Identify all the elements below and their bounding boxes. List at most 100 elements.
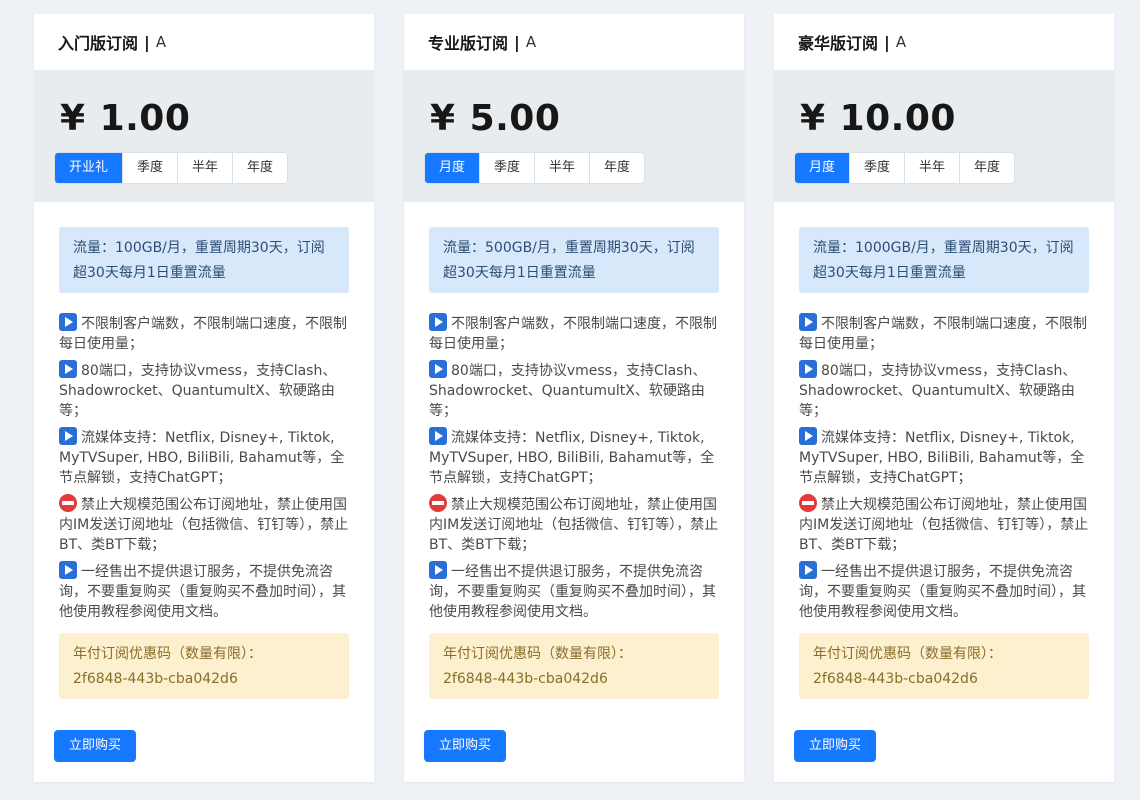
play-icon: [799, 313, 817, 331]
no-entry-icon: [59, 494, 77, 512]
period-option[interactable]: 半年: [178, 153, 234, 183]
feature-item: 80端口，支持协议vmess，支持Clash、Shadowrocket、Quan…: [59, 360, 349, 421]
coupon-box: 年付订阅优惠码（数量有限）： 2f6848-443b-cba042d6: [59, 633, 349, 699]
feature-list: 不限制客户端数，不限制端口速度，不限制每日使用量； 80端口，支持协议vmess…: [59, 313, 349, 622]
buy-now-button[interactable]: 立即购买: [424, 730, 507, 762]
no-entry-icon: [429, 494, 447, 512]
coupon-code: 2f6848-443b-cba042d6: [443, 671, 608, 687]
feature-list: 不限制客户端数，不限制端口速度，不限制每日使用量； 80端口，支持协议vmess…: [799, 313, 1089, 622]
plan-card-pro: 专业版订阅 | A ¥5.00 月度 季度 半年 年度 流量：500GB/月，重…: [404, 14, 744, 782]
feature-text: 一经售出不提供退订服务，不提供免流咨询，不要重复购买（重复购买不叠加时间），其他…: [59, 564, 346, 620]
no-entry-icon: [799, 494, 817, 512]
period-option[interactable]: 半年: [535, 153, 591, 183]
price-band: ¥1.00 开业礼 季度 半年 年度: [34, 70, 374, 202]
billing-period-selector: 开业礼 季度 半年 年度: [54, 152, 289, 184]
feature-text: 流媒体支持：Netflix, Disney+, Tiktok, MyTVSupe…: [799, 430, 1085, 486]
feature-item: 禁止大规模范围公布订阅地址，禁止使用国内IM发送订阅地址（包括微信、钉钉等），禁…: [799, 494, 1089, 555]
feature-text: 80端口，支持协议vmess，支持Clash、Shadowrocket、Quan…: [59, 363, 337, 419]
plan-name: 入门版订阅: [58, 34, 139, 53]
period-option[interactable]: 月度: [795, 153, 851, 183]
coupon-box: 年付订阅优惠码（数量有限）： 2f6848-443b-cba042d6: [429, 633, 719, 699]
play-icon: [799, 360, 817, 378]
coupon-box: 年付订阅优惠码（数量有限）： 2f6848-443b-cba042d6: [799, 633, 1089, 699]
plan-separator: |: [144, 32, 150, 52]
plan-tag: A: [525, 33, 537, 51]
period-option[interactable]: 年度: [960, 153, 1015, 183]
feature-item: 流媒体支持：Netflix, Disney+, Tiktok, MyTVSupe…: [59, 427, 349, 488]
period-option[interactable]: 月度: [425, 153, 481, 183]
price-value: 1.00: [99, 98, 191, 139]
plan-price: ¥1.00: [54, 96, 354, 142]
billing-period-selector: 月度 季度 半年 年度: [794, 152, 1016, 184]
feature-text: 不限制客户端数，不限制端口速度，不限制每日使用量；: [59, 316, 347, 352]
feature-item: 80端口，支持协议vmess，支持Clash、Shadowrocket、Quan…: [799, 360, 1089, 421]
feature-item: 流媒体支持：Netflix, Disney+, Tiktok, MyTVSupe…: [429, 427, 719, 488]
feature-item: 不限制客户端数，不限制端口速度，不限制每日使用量；: [799, 313, 1089, 354]
period-option[interactable]: 半年: [905, 153, 961, 183]
plan-header: 豪华版订阅 | A: [774, 14, 1114, 70]
currency-symbol: ¥: [430, 98, 456, 139]
period-option[interactable]: 季度: [850, 153, 906, 183]
coupon-code: 2f6848-443b-cba042d6: [73, 671, 238, 687]
currency-symbol: ¥: [800, 98, 826, 139]
play-icon: [59, 427, 77, 445]
plan-price: ¥5.00: [424, 96, 724, 142]
coupon-title: 年付订阅优惠码（数量有限）：: [813, 646, 1002, 662]
plan-tag: A: [155, 33, 167, 51]
plan-body: 流量：1000GB/月，重置周期30天，订阅超30天每月1日重置流量 不限制客户…: [774, 202, 1114, 699]
feature-text: 不限制客户端数，不限制端口速度，不限制每日使用量；: [799, 316, 1087, 352]
period-option[interactable]: 季度: [480, 153, 536, 183]
feature-list: 不限制客户端数，不限制端口速度，不限制每日使用量； 80端口，支持协议vmess…: [429, 313, 719, 622]
plan-name: 专业版订阅: [428, 34, 509, 53]
feature-item: 不限制客户端数，不限制端口速度，不限制每日使用量；: [429, 313, 719, 354]
currency-symbol: ¥: [60, 98, 86, 139]
price-value: 5.00: [469, 98, 561, 139]
buy-now-button[interactable]: 立即购买: [794, 730, 877, 762]
period-option[interactable]: 年度: [590, 153, 645, 183]
feature-text: 一经售出不提供退订服务，不提供免流咨询，不要重复购买（重复购买不叠加时间），其他…: [799, 564, 1086, 620]
feature-text: 禁止大规模范围公布订阅地址，禁止使用国内IM发送订阅地址（包括微信、钉钉等），禁…: [429, 497, 719, 553]
feature-text: 流媒体支持：Netflix, Disney+, Tiktok, MyTVSupe…: [59, 430, 345, 486]
play-icon: [59, 313, 77, 331]
feature-text: 流媒体支持：Netflix, Disney+, Tiktok, MyTVSupe…: [429, 430, 715, 486]
plan-separator: |: [514, 32, 520, 52]
feature-text: 禁止大规模范围公布订阅地址，禁止使用国内IM发送订阅地址（包括微信、钉钉等），禁…: [59, 497, 349, 553]
traffic-info: 流量：100GB/月，重置周期30天，订阅超30天每月1日重置流量: [59, 227, 349, 293]
plan-tag: A: [895, 33, 907, 51]
period-option[interactable]: 季度: [123, 153, 179, 183]
coupon-code: 2f6848-443b-cba042d6: [813, 671, 978, 687]
play-icon: [429, 427, 447, 445]
feature-text: 80端口，支持协议vmess，支持Clash、Shadowrocket、Quan…: [799, 363, 1077, 419]
feature-text: 禁止大规模范围公布订阅地址，禁止使用国内IM发送订阅地址（包括微信、钉钉等），禁…: [799, 497, 1089, 553]
play-icon: [59, 360, 77, 378]
feature-item: 一经售出不提供退订服务，不提供免流咨询，不要重复购买（重复购买不叠加时间），其他…: [59, 561, 349, 622]
traffic-info: 流量：500GB/月，重置周期30天，订阅超30天每月1日重置流量: [429, 227, 719, 293]
play-icon: [429, 360, 447, 378]
feature-text: 一经售出不提供退订服务，不提供免流咨询，不要重复购买（重复购买不叠加时间），其他…: [429, 564, 716, 620]
feature-item: 不限制客户端数，不限制端口速度，不限制每日使用量；: [59, 313, 349, 354]
price-value: 10.00: [839, 98, 956, 139]
feature-item: 流媒体支持：Netflix, Disney+, Tiktok, MyTVSupe…: [799, 427, 1089, 488]
buy-now-button[interactable]: 立即购买: [54, 730, 137, 762]
price-band: ¥10.00 月度 季度 半年 年度: [774, 70, 1114, 202]
play-icon: [429, 313, 447, 331]
plan-card-starter: 入门版订阅 | A ¥1.00 开业礼 季度 半年 年度 流量：100GB/月，…: [34, 14, 374, 782]
coupon-title: 年付订阅优惠码（数量有限）：: [73, 646, 262, 662]
feature-text: 80端口，支持协议vmess，支持Clash、Shadowrocket、Quan…: [429, 363, 707, 419]
period-option[interactable]: 年度: [233, 153, 288, 183]
feature-item: 禁止大规模范围公布订阅地址，禁止使用国内IM发送订阅地址（包括微信、钉钉等），禁…: [429, 494, 719, 555]
plan-name: 豪华版订阅: [798, 34, 879, 53]
play-icon: [799, 427, 817, 445]
plan-price: ¥10.00: [794, 96, 1094, 142]
play-icon: [429, 561, 447, 579]
billing-period-selector: 月度 季度 半年 年度: [424, 152, 646, 184]
plan-cards: 入门版订阅 | A ¥1.00 开业礼 季度 半年 年度 流量：100GB/月，…: [0, 0, 1140, 800]
plan-header: 专业版订阅 | A: [404, 14, 744, 70]
plan-body: 流量：500GB/月，重置周期30天，订阅超30天每月1日重置流量 不限制客户端…: [404, 202, 744, 699]
plan-body: 流量：100GB/月，重置周期30天，订阅超30天每月1日重置流量 不限制客户端…: [34, 202, 374, 699]
period-option[interactable]: 开业礼: [55, 153, 124, 183]
plan-header: 入门版订阅 | A: [34, 14, 374, 70]
feature-text: 不限制客户端数，不限制端口速度，不限制每日使用量；: [429, 316, 717, 352]
plan-card-deluxe: 豪华版订阅 | A ¥10.00 月度 季度 半年 年度 流量：1000GB/月…: [774, 14, 1114, 782]
feature-item: 一经售出不提供退订服务，不提供免流咨询，不要重复购买（重复购买不叠加时间），其他…: [799, 561, 1089, 622]
